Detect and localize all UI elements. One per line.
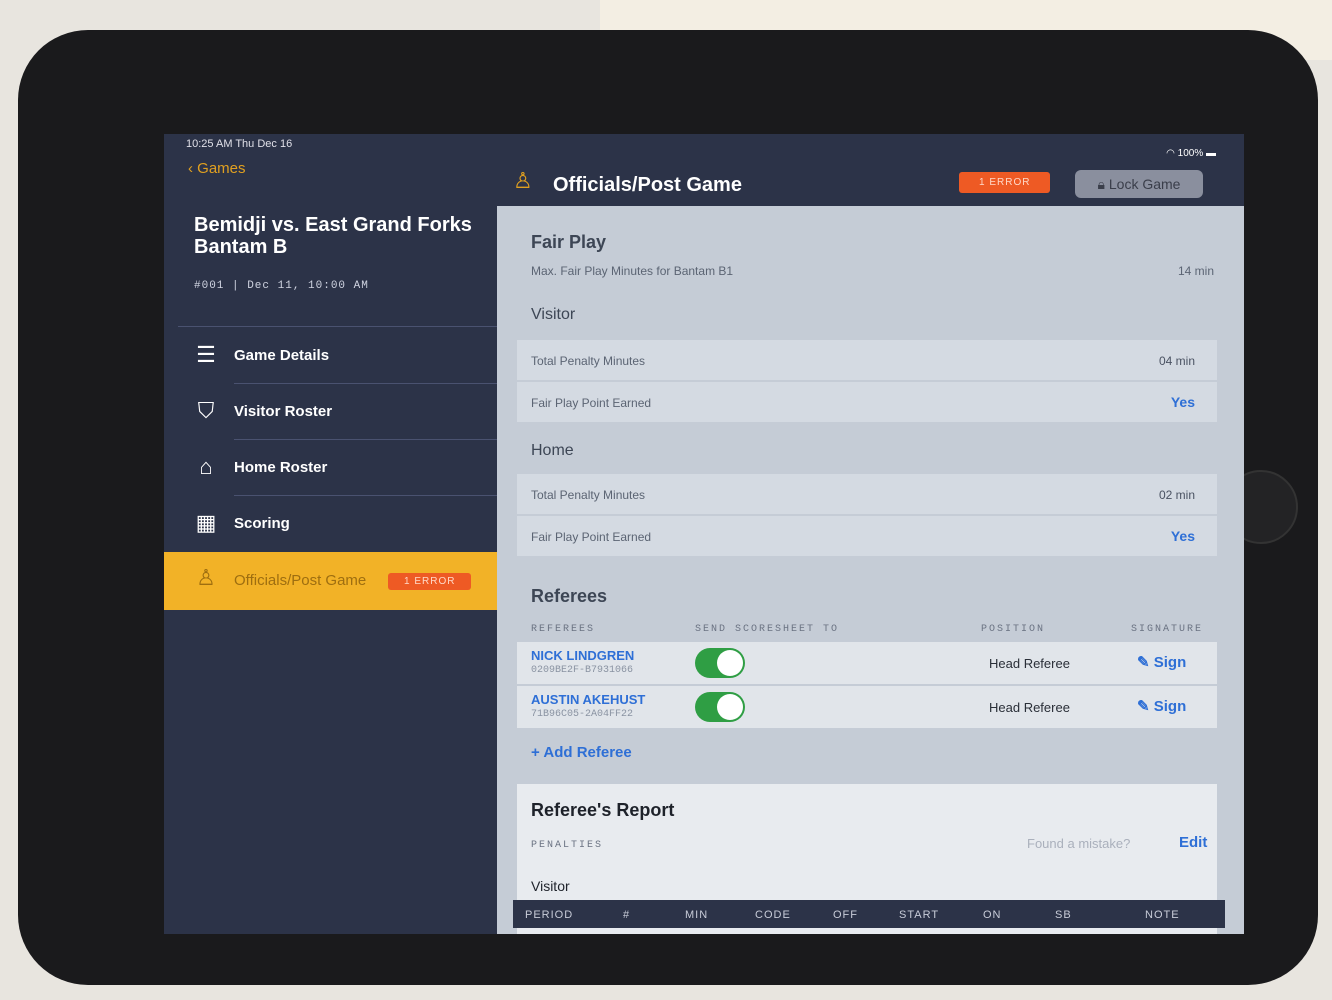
battery-text: 100% bbox=[1177, 148, 1204, 159]
referee-position: Head Referee bbox=[989, 700, 1070, 715]
row-label: Fair Play Point Earned bbox=[531, 396, 652, 410]
tablet-device: 10:25 AM Thu Dec 16 ‹ Games Bemidji vs. … bbox=[18, 30, 1318, 985]
penalties-label: PENALTIES bbox=[531, 840, 604, 851]
referee-icon: ♙ bbox=[513, 168, 533, 193]
referee-id: 0209BE2F-B7931066 bbox=[531, 665, 634, 676]
col-send: SEND SCORESHEET TO bbox=[695, 624, 840, 635]
max-fair-play-value: 14 min bbox=[1177, 264, 1214, 278]
referee-name[interactable]: NICK LINDGREN bbox=[531, 648, 634, 663]
mistake-text: Found a mistake? bbox=[1027, 836, 1131, 851]
sidebar-item-label: Visitor Roster bbox=[234, 403, 333, 420]
edit-button[interactable]: Edit bbox=[1179, 834, 1207, 851]
fair-play-title: Fair Play bbox=[531, 232, 607, 252]
header-bar: ◠ 100% ▬ ♙ Officials/Post Game 1 ERROR 🔒… bbox=[497, 134, 1244, 206]
row-label: Fair Play Point Earned bbox=[531, 530, 652, 544]
home-penalty-row: Total Penalty Minutes 02 min bbox=[517, 474, 1217, 514]
referee-id: 71B96C05-2A04FF22 bbox=[531, 709, 634, 720]
lock-icon: 🔒︎ bbox=[1097, 176, 1109, 192]
page-title: Officials/Post Game bbox=[553, 174, 742, 196]
col-position: POSITION bbox=[981, 624, 1046, 635]
referee-name[interactable]: AUSTIN AKEHUST bbox=[531, 692, 645, 707]
th-min: MIN bbox=[685, 909, 709, 921]
referees-title: Referees bbox=[531, 586, 608, 606]
nav-divider bbox=[234, 439, 497, 440]
th-note: NOTE bbox=[1145, 909, 1180, 921]
th-code: CODE bbox=[755, 909, 791, 921]
send-scoresheet-toggle[interactable] bbox=[695, 648, 745, 678]
referee-icon: ♙ bbox=[196, 565, 216, 590]
sidebar-item-game-details[interactable]: ☰ Game Details bbox=[164, 329, 497, 383]
signature-icon: ✎ bbox=[1137, 698, 1154, 715]
referee-row: NICK LINDGREN 0209BE2F-B7931066 Head Ref… bbox=[517, 642, 1217, 684]
sidebar-item-officials[interactable]: ♙ Officials/Post Game 1 ERROR bbox=[164, 552, 497, 610]
game-title: Bemidji vs. East Grand Forks Bantam B bbox=[194, 214, 472, 258]
sidebar-divider bbox=[178, 326, 498, 327]
sidebar-item-visitor-roster[interactable]: ⛉ Visitor Roster bbox=[164, 385, 497, 439]
add-referee-label: Add Referee bbox=[543, 744, 632, 761]
sign-button[interactable]: ✎ Sign bbox=[1137, 653, 1186, 671]
sidebar-item-label: Home Roster bbox=[234, 459, 328, 476]
sign-label: Sign bbox=[1153, 698, 1187, 715]
sign-label: Sign bbox=[1153, 654, 1187, 671]
chevron-left-icon: ‹ bbox=[188, 160, 198, 177]
sidebar-item-label: Officials/Post Game bbox=[234, 572, 367, 589]
row-label: Total Penalty Minutes bbox=[531, 488, 646, 502]
sidebar-item-label: Scoring bbox=[234, 515, 290, 532]
report-visitor-label: Visitor bbox=[531, 878, 570, 894]
game-meta: #001 | Dec 11, 10:00 AM bbox=[194, 280, 369, 292]
visitor-penalty-row: Total Penalty Minutes 04 min bbox=[517, 340, 1217, 380]
scoreboard-icon: ▦ bbox=[195, 510, 217, 535]
app-screen: 10:25 AM Thu Dec 16 ‹ Games Bemidji vs. … bbox=[164, 134, 1244, 934]
referee-position: Head Referee bbox=[989, 656, 1070, 671]
main-content: Fair Play Max. Fair Play Minutes for Ban… bbox=[497, 206, 1244, 934]
home-icon: ⌂ bbox=[199, 454, 213, 479]
visitor-point-row: Fair Play Point Earned Yes bbox=[517, 382, 1217, 422]
plus-icon: + bbox=[531, 744, 544, 761]
report-title: Referee's Report bbox=[531, 800, 675, 820]
row-value[interactable]: Yes bbox=[1171, 528, 1195, 544]
wifi-icon: ◠ bbox=[1166, 148, 1178, 159]
back-games-link[interactable]: ‹ Games bbox=[188, 160, 246, 177]
th-number: # bbox=[623, 909, 631, 921]
row-value[interactable]: Yes bbox=[1171, 394, 1195, 410]
nav-divider bbox=[234, 383, 497, 384]
sign-button[interactable]: ✎ Sign bbox=[1137, 697, 1186, 715]
max-fair-play-label: Max. Fair Play Minutes for Bantam B1 bbox=[531, 264, 734, 278]
th-on: ON bbox=[983, 909, 1002, 921]
jersey-icon: ⛉ bbox=[197, 398, 215, 423]
status-battery: ◠ 100% ▬ bbox=[1166, 148, 1216, 159]
back-label: Games bbox=[197, 160, 246, 177]
sidebar-item-home-roster[interactable]: ⌂ Home Roster bbox=[164, 441, 497, 495]
th-start: START bbox=[899, 909, 940, 921]
lock-game-button[interactable]: 🔒︎ Lock Game bbox=[1075, 170, 1203, 198]
header-error-badge[interactable]: 1 ERROR bbox=[959, 172, 1051, 193]
visitor-title: Visitor bbox=[531, 306, 576, 323]
add-referee-button[interactable]: + Add Referee bbox=[531, 744, 632, 761]
th-sb: SB bbox=[1055, 909, 1072, 921]
error-badge: 1 ERROR bbox=[388, 573, 472, 590]
th-period: PERIOD bbox=[525, 909, 574, 921]
sidebar-item-scoring[interactable]: ▦ Scoring bbox=[164, 497, 497, 551]
row-label: Total Penalty Minutes bbox=[531, 354, 646, 368]
col-signature: SIGNATURE bbox=[1131, 624, 1204, 635]
col-referees: REFEREES bbox=[531, 624, 596, 635]
home-title: Home bbox=[531, 442, 574, 459]
sidebar: 10:25 AM Thu Dec 16 ‹ Games Bemidji vs. … bbox=[164, 134, 498, 934]
signature-icon: ✎ bbox=[1137, 654, 1154, 671]
document-icon: ☰ bbox=[196, 342, 216, 367]
lock-label: Lock Game bbox=[1108, 176, 1181, 192]
nav-divider bbox=[234, 495, 497, 496]
penalty-table-header: PERIOD # MIN CODE OFF START ON SB NOTE bbox=[513, 900, 1225, 928]
battery-icon: ▬ bbox=[1203, 148, 1216, 159]
row-value: 04 min bbox=[1158, 354, 1195, 368]
send-scoresheet-toggle[interactable] bbox=[695, 692, 745, 722]
th-off: OFF bbox=[833, 909, 858, 921]
status-time: 10:25 AM Thu Dec 16 bbox=[186, 138, 293, 150]
home-point-row: Fair Play Point Earned Yes bbox=[517, 516, 1217, 556]
sidebar-item-label: Game Details bbox=[234, 347, 330, 364]
referee-row: AUSTIN AKEHUST 71B96C05-2A04FF22 Head Re… bbox=[517, 686, 1217, 728]
row-value: 02 min bbox=[1158, 488, 1195, 502]
